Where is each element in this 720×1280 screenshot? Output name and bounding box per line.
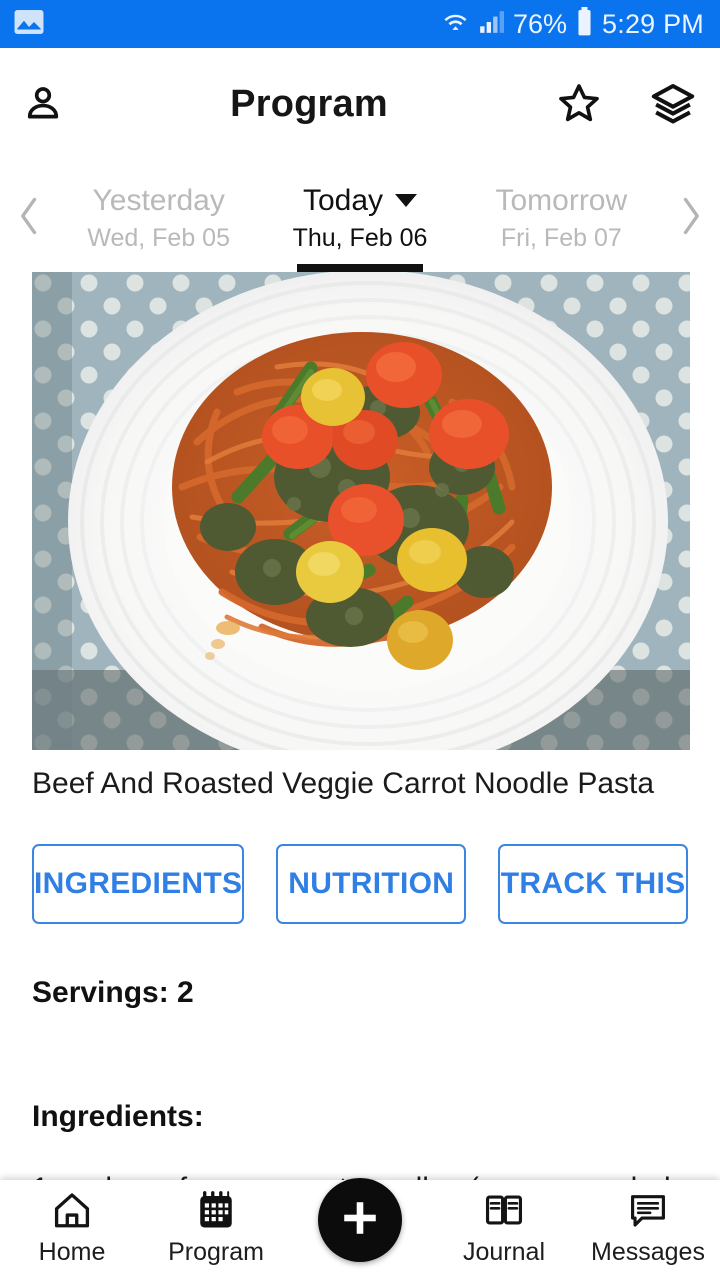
message-icon [625, 1189, 671, 1236]
cellular-signal-icon [478, 9, 504, 40]
add-button[interactable] [318, 1178, 402, 1262]
date-tab-date: Fri, Feb 07 [500, 223, 622, 252]
date-tab-label: Today [302, 183, 384, 217]
nav-item-journal[interactable]: Journal [432, 1180, 576, 1280]
battery-percent-label: 76% [513, 8, 568, 39]
date-tab-date: Wed, Feb 05 [87, 223, 230, 252]
recipe-content[interactable]: Beef And Roasted Veggie Carrot Noodle Pa… [0, 272, 720, 1180]
chevron-left-icon[interactable] [0, 194, 58, 238]
date-tab-yesterday[interactable]: Yesterday Wed, Feb 05 [58, 160, 259, 272]
ingredients-heading: Ingredients: [32, 1100, 204, 1133]
date-selector: Yesterday Wed, Feb 05 Today Thu, Feb 06 … [0, 160, 720, 272]
track-this-button[interactable]: TRACK THIS [498, 844, 689, 924]
nav-label-messages: Messages [591, 1238, 705, 1266]
nav-item-messages[interactable]: Messages [576, 1180, 720, 1280]
bottom-navigation: Home Program Journal Messages [0, 1178, 720, 1280]
nav-item-program[interactable]: Program [144, 1180, 288, 1280]
date-tab-label: Tomorrow [495, 183, 628, 217]
nav-label-journal: Journal [463, 1238, 545, 1266]
nutrition-button[interactable]: NUTRITION [276, 844, 467, 924]
status-bar: 76% 5:29 PM [0, 0, 720, 48]
calendar-icon [193, 1189, 239, 1236]
recipe-action-buttons: INGREDIENTS NUTRITION TRACK THIS [32, 844, 689, 924]
image-icon [14, 9, 44, 40]
status-bar-left [14, 9, 44, 40]
date-tab-today[interactable]: Today Thu, Feb 06 [259, 160, 460, 272]
battery-icon [576, 7, 593, 41]
nav-label-home: Home [38, 1238, 106, 1266]
chevron-right-icon[interactable] [662, 194, 720, 238]
recipe-photo[interactable] [32, 272, 690, 750]
page-title: Program [230, 82, 388, 125]
app-screen: 76% 5:29 PM Program Yesterday Wed, Feb 0… [0, 0, 720, 1280]
wifi-icon [442, 8, 469, 41]
nav-item-home[interactable]: Home [0, 1180, 144, 1280]
recipe-title: Beef And Roasted Veggie Carrot Noodle Pa… [32, 767, 655, 800]
layers-icon[interactable] [626, 81, 720, 127]
nav-label-program: Program [168, 1238, 264, 1266]
ingredients-button[interactable]: INGREDIENTS [32, 844, 245, 924]
home-icon [49, 1189, 95, 1236]
date-tab-date: Thu, Feb 06 [292, 223, 428, 252]
app-bar-actions [532, 81, 720, 127]
clock-label: 5:29 PM [602, 8, 704, 39]
book-icon [481, 1189, 527, 1236]
active-tab-indicator [296, 264, 423, 272]
date-tab-tomorrow[interactable]: Tomorrow Fri, Feb 07 [461, 160, 662, 272]
app-bar: Program [0, 48, 720, 160]
account-icon[interactable] [0, 82, 86, 126]
servings-label: Servings: 2 [32, 976, 194, 1009]
star-outline-icon[interactable] [532, 81, 626, 127]
status-bar-right: 76% 5:29 PM [442, 7, 704, 41]
date-tab-label: Yesterday [92, 183, 225, 217]
chevron-down-icon[interactable] [395, 194, 418, 208]
plus-icon [338, 1196, 382, 1245]
